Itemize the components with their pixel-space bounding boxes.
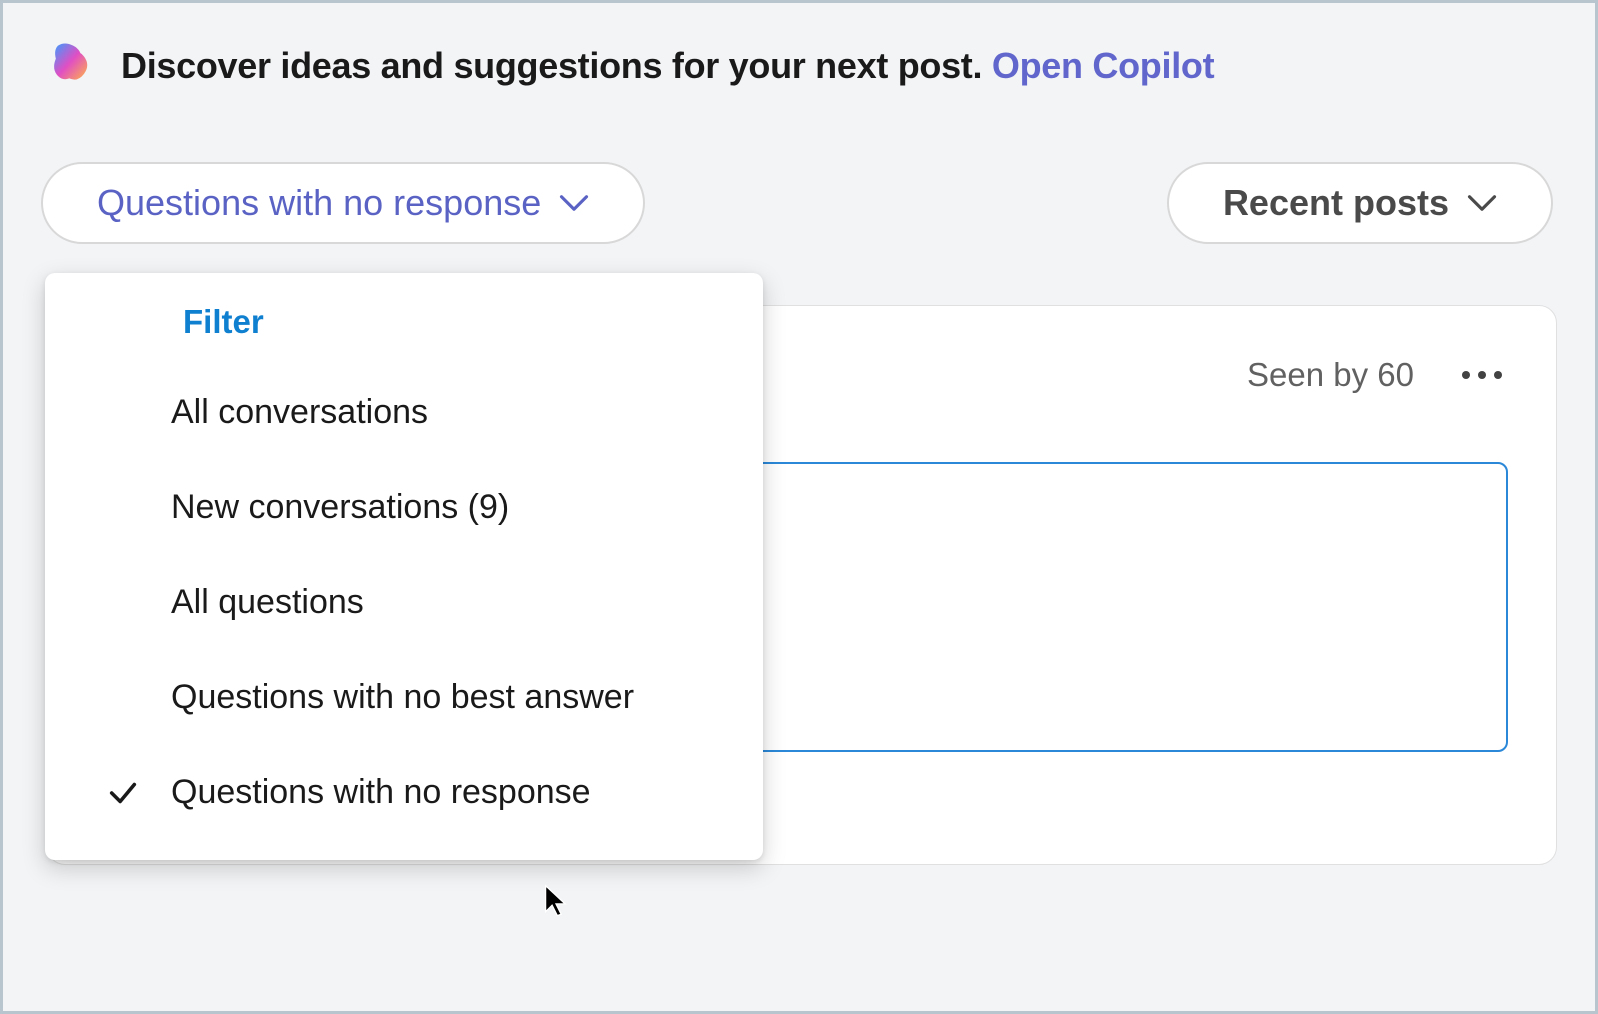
filter-option-all-conversations[interactable]: All conversations [45, 365, 763, 460]
cursor-icon [543, 883, 569, 917]
banner-text: Discover ideas and suggestions for your … [121, 45, 1214, 87]
dropdown-header: Filter [45, 295, 763, 365]
copilot-logo-icon [45, 37, 97, 94]
seen-by-label: Seen by 60 [1247, 356, 1414, 394]
filter-option-label: All conversations [171, 393, 428, 432]
filter-option-no-response[interactable]: Questions with no response [45, 745, 763, 840]
filter-dropdown-button[interactable]: Questions with no response [41, 162, 645, 244]
banner-description: Discover ideas and suggestions for your … [121, 45, 982, 86]
chevron-down-icon [1467, 193, 1497, 213]
chevron-down-icon [559, 193, 589, 213]
sort-dropdown-label: Recent posts [1223, 182, 1449, 224]
filter-option-new-conversations[interactable]: New conversations (9) [45, 460, 763, 555]
filter-option-all-questions[interactable]: All questions [45, 555, 763, 650]
filter-option-no-best-answer[interactable]: Questions with no best answer [45, 650, 763, 745]
copilot-banner: Discover ideas and suggestions for your … [3, 3, 1595, 114]
controls-row: Questions with no response Recent posts [3, 114, 1595, 244]
filter-option-label: Questions with no best answer [171, 678, 634, 717]
dots-icon [1462, 371, 1470, 379]
sort-dropdown-button[interactable]: Recent posts [1167, 162, 1553, 244]
check-icon [93, 776, 153, 810]
filter-dropdown-label: Questions with no response [97, 182, 541, 224]
open-copilot-link[interactable]: Open Copilot [992, 45, 1214, 86]
filter-option-label: All questions [171, 583, 364, 622]
more-options-button[interactable] [1456, 365, 1508, 385]
filter-option-label: Questions with no response [171, 773, 591, 812]
filter-option-label: New conversations (9) [171, 488, 509, 527]
filter-dropdown-menu: Filter All conversations New conversatio… [45, 273, 763, 860]
